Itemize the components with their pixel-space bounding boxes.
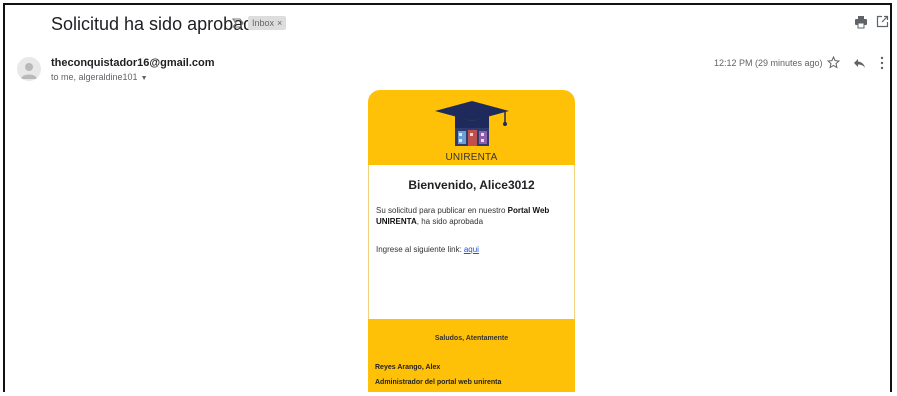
star-icon[interactable] <box>827 56 840 69</box>
recipient-details-dropdown-icon[interactable]: ▼ <box>141 75 148 82</box>
signature-name: Reyes Arango, Alex <box>375 364 441 371</box>
card-footer: Saludos, Atentamente Reyes Arango, Alex … <box>368 319 575 392</box>
subject-row: Solicitud ha sido aprobada Inbox × <box>5 5 890 41</box>
link-line: Ingrese al siguiente link: aqui <box>376 245 479 254</box>
graduation-cap-house-logo <box>435 101 509 146</box>
email-timestamp: 12:12 PM (29 minutes ago) <box>714 58 823 68</box>
card-header: UNIRENTA <box>368 90 575 165</box>
link-prefix: Ingrese al siguiente link: <box>376 245 462 254</box>
recipients-text: to me, algeraldine101 <box>51 72 138 82</box>
card-body: Bienvenido, Alice3012 Su solicitud para … <box>368 165 575 319</box>
reply-icon[interactable] <box>853 57 866 69</box>
approval-message: Su solicitud para publicar en nuestro Po… <box>376 205 572 227</box>
more-vertical-icon[interactable] <box>880 56 884 70</box>
open-in-new-window-icon[interactable] <box>876 15 889 28</box>
message-prefix: Su solicitud para publicar en nuestro <box>376 206 508 215</box>
print-icon[interactable] <box>854 15 868 29</box>
inbox-label[interactable]: Inbox × <box>248 16 287 30</box>
email-view: Solicitud ha sido aprobada Inbox × thecon… <box>3 3 892 392</box>
sender-avatar[interactable] <box>17 57 41 81</box>
brand-name: UNIRENTA <box>445 152 498 163</box>
person-avatar-icon <box>21 63 37 79</box>
recipient-line[interactable]: to me, algeraldine101 ▼ <box>51 72 148 82</box>
regards-text: Saludos, Atentamente <box>434 335 509 342</box>
inbox-label-text: Inbox <box>252 18 275 28</box>
remove-label-icon[interactable]: × <box>277 18 282 28</box>
portal-link[interactable]: aqui <box>464 245 479 254</box>
sender-email[interactable]: theconquistador16@gmail.com <box>51 57 215 69</box>
signature-role: Administrador del portal web unirenta <box>375 379 502 386</box>
important-marker-icon[interactable] <box>231 16 245 30</box>
email-body-card: UNIRENTA Bienvenido, Alice3012 Su solici… <box>368 90 575 392</box>
message-suffix: , ha sido aprobada <box>416 217 484 226</box>
welcome-heading: Bienvenido, Alice3012 <box>408 178 535 192</box>
